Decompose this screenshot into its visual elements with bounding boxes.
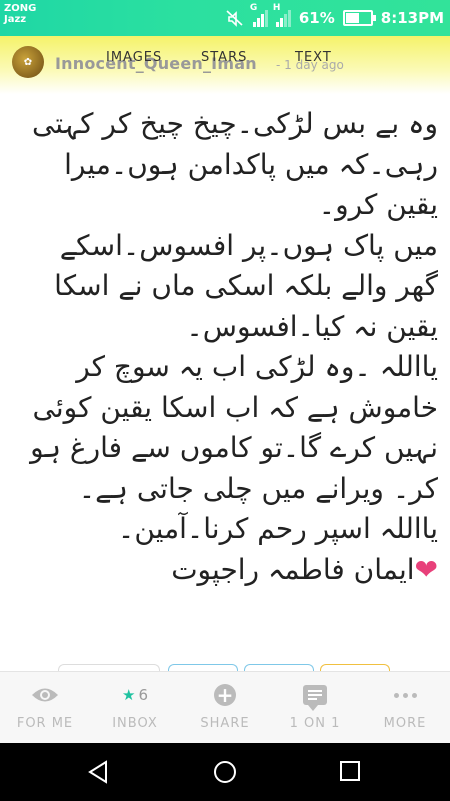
signature-line: ❤ایمان فاطمہ راجپوت [14, 550, 438, 591]
story-header: ✿ Innocent_Queen_Iman - 1 day ago IMAGES… [0, 36, 450, 94]
text-line: یقین نہ کیا۔افسوس۔ [186, 309, 438, 343]
chip-4[interactable] [320, 664, 390, 671]
text-line: کر۔ ویرانے میں چلی جاتی ہے۔ [78, 471, 438, 505]
nav-label: MORE [383, 716, 427, 731]
nav-label: SHARE [200, 716, 250, 731]
nav-label: FOR ME [16, 716, 74, 731]
text-line: میں پاک ہوں۔پر افسوس۔اسکے [59, 228, 438, 262]
nav-share[interactable]: + SHARE [180, 682, 270, 731]
text-line: یااللہ ۔وہ لڑکی اب یہ سوچ کر [76, 350, 438, 383]
inbox-count: 6 [138, 686, 148, 704]
action-chips [58, 664, 390, 671]
mute-icon [226, 10, 243, 27]
text-line: وہ بے بس لڑکی۔چیخ چیخ کر کہتی [31, 107, 438, 140]
text-line: رہی۔کہ میں پاکدامن ہوں۔میرا [64, 147, 438, 181]
story-text: وہ بے بس لڑکی۔چیخ چیخ کر کہتی رہی۔کہ میں… [14, 104, 438, 644]
more-dots-icon [360, 682, 450, 708]
text-line: خاموش ہے کہ اب اسکا یقین کوئی [32, 390, 438, 424]
tab-stars[interactable]: STARS [201, 50, 247, 65]
nav-label: 1 ON 1 [289, 716, 341, 731]
carrier-secondary: Jazz [4, 14, 27, 25]
nav-more[interactable]: MORE [360, 682, 450, 731]
chip-3[interactable] [244, 664, 314, 671]
network-type-2: H [272, 3, 281, 13]
plus-circle-icon: + [214, 684, 236, 706]
signal-2: H [273, 3, 291, 27]
text-line: گھر والے بلکہ اسکی ماں نے اسکا [54, 269, 438, 302]
nav-inbox[interactable]: ★ 6 INBOX [90, 682, 180, 731]
chip-1[interactable] [58, 664, 160, 671]
text-line: نہیں کرے گا۔تو کاموں سے فارغ ہو [30, 431, 438, 464]
chat-line [308, 698, 317, 700]
filter-tabs: IMAGES STARS TEXT [0, 50, 450, 70]
status-bar: ZONG Jazz G H 61% 8:13PM [0, 0, 450, 36]
signal-1: G [250, 3, 268, 27]
eye-icon [32, 688, 58, 702]
battery-icon [342, 10, 376, 26]
battery-percent: 61% [298, 9, 335, 27]
signature: ایمان فاطمہ راجپوت [171, 552, 415, 586]
chat-line [308, 694, 322, 696]
back-icon[interactable] [86, 760, 110, 784]
recents-icon[interactable] [338, 760, 362, 784]
text-line: یقین کرو۔ [318, 188, 438, 221]
chip-2[interactable] [168, 664, 238, 671]
text-line: یااللہ اسپر رحم کرنا۔آمین۔ [117, 512, 438, 545]
nav-label: INBOX [112, 716, 158, 731]
home-icon[interactable] [212, 760, 238, 786]
clock: 8:13PM [380, 9, 444, 27]
chat-line [308, 690, 322, 692]
nav-one-on-one[interactable]: 1 ON 1 [270, 682, 360, 731]
battery-fill [345, 13, 359, 23]
carrier-primary: ZONG [4, 3, 37, 14]
carrier-name: ZONG Jazz [4, 3, 36, 25]
nav-for-me[interactable]: FOR ME [0, 682, 90, 731]
network-type-1: G [249, 3, 258, 13]
tab-images[interactable]: IMAGES [106, 50, 162, 65]
system-navigation-bar [0, 743, 450, 801]
status-icons: G H 61% 8:13PM [225, 3, 444, 30]
chat-icon [303, 685, 327, 711]
star-icon: ★ [122, 686, 136, 704]
heart-icon: ❤ [414, 552, 438, 586]
tab-text[interactable]: TEXT [295, 50, 332, 65]
bottom-nav: FOR ME ★ 6 INBOX + SHARE 1 ON 1 MORE [0, 671, 450, 744]
